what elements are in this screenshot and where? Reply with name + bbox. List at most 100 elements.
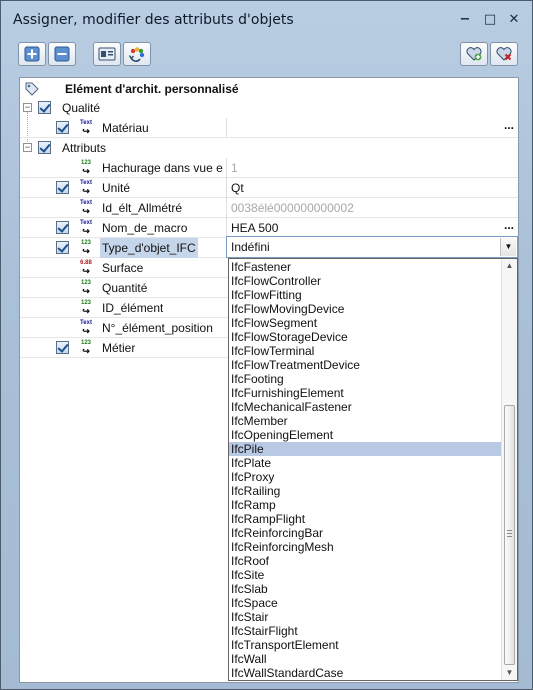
integer-type-icon: 123 ↪	[80, 300, 91, 316]
attribute-value[interactable]: Qt	[226, 178, 244, 198]
attribute-row-hachurage[interactable]: 123 ↪ Hachurage dans vue e 1	[20, 158, 518, 178]
favorite-remove-button[interactable]	[490, 42, 518, 66]
dropdown-option[interactable]: IfcStair	[229, 610, 501, 624]
tag-icon	[25, 82, 39, 96]
text-type-icon: Text ↪	[80, 120, 92, 136]
ifc-type-select[interactable]: Indéfini ▼	[226, 236, 518, 258]
dropdown-option[interactable]: IfcFastener	[229, 260, 501, 274]
attribute-checkbox[interactable]	[56, 241, 69, 254]
attribute-label: Id_élt_Allmétré	[102, 201, 183, 215]
color-refresh-button[interactable]	[123, 42, 151, 66]
collapse-toggle[interactable]: −	[23, 143, 32, 152]
attribute-label: ID_élément	[102, 301, 164, 315]
dropdown-option[interactable]: IfcFlowSegment	[229, 316, 501, 330]
dropdown-option[interactable]: IfcStairFlight	[229, 624, 501, 638]
group-label: Attributs	[62, 141, 107, 155]
add-attribute-button[interactable]	[18, 42, 46, 66]
dropdown-option[interactable]: IfcFlowTerminal	[229, 344, 501, 358]
attribute-label: N°_élément_position	[102, 321, 213, 335]
dropdown-option[interactable]: IfcFlowMovingDevice	[229, 302, 501, 316]
dropdown-option[interactable]: IfcMechanicalFastener	[229, 400, 501, 414]
element-header: Elément d'archit. personnalisé	[20, 78, 518, 100]
dropdown-option[interactable]: IfcPlate	[229, 456, 501, 470]
dropdown-option[interactable]: IfcSpace	[229, 596, 501, 610]
attribute-label: Métier	[102, 341, 136, 355]
attribute-checkbox[interactable]	[56, 181, 69, 194]
text-type-icon: Text ↪	[80, 180, 92, 196]
text-type-icon: Text ↪	[80, 220, 92, 236]
attribute-label: Matériau	[102, 121, 149, 135]
browse-button[interactable]: ...	[504, 218, 514, 232]
integer-type-icon: 123 ↪	[80, 240, 91, 256]
dropdown-option[interactable]: IfcPile	[229, 442, 501, 456]
dropdown-option[interactable]: IfcRoof	[229, 554, 501, 568]
list-scrollbar[interactable]: ▲ ▼	[501, 259, 517, 680]
minimize-button[interactable]: −	[456, 10, 474, 28]
ifc-type-selected-value: Indéfini	[231, 240, 270, 254]
palette-refresh-icon	[128, 47, 145, 62]
integer-type-icon: 123 ↪	[80, 280, 91, 296]
dropdown-option[interactable]: IfcWallStandardCase	[229, 666, 501, 680]
attribute-checkbox[interactable]	[56, 221, 69, 234]
dropdown-option[interactable]: IfcReinforcingMesh	[229, 540, 501, 554]
scroll-thumb[interactable]	[504, 405, 515, 665]
attribute-label: Nom_de_macro	[102, 221, 188, 235]
id-card-icon	[98, 47, 116, 61]
id-card-button[interactable]	[93, 42, 121, 66]
dropdown-option[interactable]: IfcSlab	[229, 582, 501, 596]
dropdown-option[interactable]: IfcProxy	[229, 470, 501, 484]
attribute-checkbox[interactable]	[56, 121, 69, 134]
dropdown-option[interactable]: IfcMember	[229, 414, 501, 428]
dropdown-option[interactable]: IfcRamp	[229, 498, 501, 512]
dropdown-option[interactable]: IfcFlowTreatmentDevice	[229, 358, 501, 372]
integer-type-icon: 123 ↪	[80, 340, 91, 356]
attribute-value: 0038élé000000000002	[226, 198, 354, 218]
maximize-button[interactable]: □	[481, 10, 499, 28]
collapse-toggle[interactable]: −	[23, 103, 32, 112]
attribute-value: 1	[226, 158, 238, 178]
dropdown-option[interactable]: IfcFurnishingElement	[229, 386, 501, 400]
close-button[interactable]: ✕	[505, 10, 523, 28]
dropdown-option[interactable]: IfcRampFlight	[229, 512, 501, 526]
dropdown-option[interactable]: IfcReinforcingBar	[229, 526, 501, 540]
dropdown-option[interactable]: IfcFlowController	[229, 274, 501, 288]
dropdown-option[interactable]: IfcOpeningElement	[229, 428, 501, 442]
dropdown-option[interactable]: IfcWall	[229, 652, 501, 666]
chevron-down-icon[interactable]: ▼	[500, 238, 516, 256]
attribute-row-id-elt[interactable]: Text ↪ Id_élt_Allmétré 0038élé00000000000…	[20, 198, 518, 218]
scroll-up-arrow-icon[interactable]: ▲	[502, 259, 517, 273]
group-checkbox[interactable]	[38, 141, 51, 154]
group-label: Qualité	[62, 101, 101, 115]
toolbar	[1, 37, 532, 73]
favorite-add-button[interactable]	[460, 42, 488, 66]
attribute-value[interactable]: HEA 500	[226, 218, 518, 238]
ifc-type-options-list[interactable]: IfcFastener IfcFlowController IfcFlowFitti…	[228, 258, 518, 681]
group-row-qualite: − Qualité	[20, 98, 518, 118]
dropdown-option[interactable]: IfcSite	[229, 568, 501, 582]
attribute-label: Unité	[102, 181, 131, 195]
dropdown-option[interactable]: IfcRailing	[229, 484, 501, 498]
attribute-label: Quantité	[102, 281, 148, 295]
title-bar[interactable]: Assigner, modifier des attributs d'objet…	[1, 1, 532, 37]
scroll-down-arrow-icon[interactable]: ▼	[502, 666, 517, 680]
attribute-label: Type_d'objet_IFC	[100, 238, 198, 258]
options-container: IfcFastener IfcFlowController IfcFlowFitti…	[229, 260, 501, 680]
group-checkbox[interactable]	[38, 101, 51, 114]
attribute-checkbox[interactable]	[56, 341, 69, 354]
dialog-window: Assigner, modifier des attributs d'objet…	[0, 0, 533, 690]
remove-attribute-button[interactable]	[48, 42, 76, 66]
element-title: Elément d'archit. personnalisé	[65, 82, 239, 96]
attribute-value[interactable]	[226, 118, 518, 138]
float-type-icon: 6.88 ↪	[80, 260, 92, 276]
dropdown-option[interactable]: IfcFooting	[229, 372, 501, 386]
attribute-row-materiau[interactable]: Text ↪ Matériau ...	[20, 118, 518, 138]
minus-icon	[54, 46, 70, 62]
attribute-label: Surface	[102, 261, 144, 275]
dropdown-option[interactable]: IfcTransportElement	[229, 638, 501, 652]
dropdown-option[interactable]: IfcFlowStorageDevice	[229, 330, 501, 344]
integer-type-icon: 123 ↪	[80, 160, 91, 176]
browse-button[interactable]: ...	[504, 118, 514, 132]
attribute-row-nom-de-macro[interactable]: Text ↪ Nom_de_macro HEA 500 ...	[20, 218, 518, 238]
attribute-row-unite[interactable]: Text ↪ Unité Qt	[20, 178, 518, 198]
dropdown-option[interactable]: IfcFlowFitting	[229, 288, 501, 302]
